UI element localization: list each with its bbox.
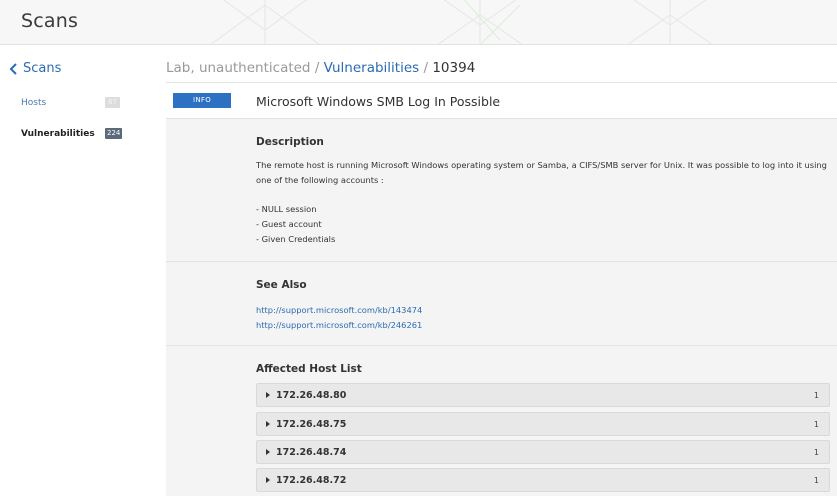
affected-hosts-section: Affected Host List 172.26.48.80 1 172.26… <box>166 346 837 496</box>
reference-link[interactable]: http://support.microsoft.com/kb/143474 <box>256 303 422 318</box>
host-ip: 172.26.48.74 <box>276 447 347 458</box>
host-row[interactable]: 172.26.48.75 1 <box>256 412 830 436</box>
description-section: Description The remote host is running M… <box>166 119 837 262</box>
caret-right-icon <box>266 392 270 398</box>
sidebar: Scans Hosts 67 Vulnerabilities 224 <box>0 45 166 496</box>
see-also-heading: See Also <box>256 279 307 291</box>
account-item: - NULL session <box>256 204 317 214</box>
host-ip: 172.26.48.75 <box>276 419 347 430</box>
host-count: 1 <box>813 391 819 400</box>
description-text: The remote host is running Microsoft Win… <box>256 160 827 185</box>
severity-badge: INFO <box>173 93 231 108</box>
plugin-name: Microsoft Windows SMB Log In Possible <box>256 94 501 109</box>
breadcrumb-vulnerabilities-link[interactable]: Vulnerabilities <box>324 60 420 76</box>
description-body: The remote host is running Microsoft Win… <box>256 158 831 247</box>
host-count: 1 <box>813 476 819 485</box>
host-count: 1 <box>813 448 819 457</box>
caret-right-icon <box>266 477 270 483</box>
reference-link[interactable]: http://support.microsoft.com/kb/246261 <box>256 318 422 333</box>
plugin-header: INFO Microsoft Windows SMB Log In Possib… <box>166 83 837 119</box>
breadcrumb-bar: Lab, unauthenticated / Vulnerabilities /… <box>166 45 837 83</box>
host-ip: 172.26.48.80 <box>276 390 347 401</box>
see-also-links: http://support.microsoft.com/kb/143474 h… <box>256 303 422 333</box>
caret-right-icon <box>266 449 270 455</box>
breadcrumb: Lab, unauthenticated / Vulnerabilities /… <box>166 60 475 76</box>
sidebar-item-vulnerabilities[interactable]: Vulnerabilities 224 <box>21 128 161 139</box>
caret-right-icon <box>266 421 270 427</box>
host-row[interactable]: 172.26.48.72 1 <box>256 468 830 492</box>
sidebar-item-label: Vulnerabilities <box>21 129 95 139</box>
host-row[interactable]: 172.26.48.74 1 <box>256 440 830 464</box>
breadcrumb-scan[interactable]: Lab, unauthenticated <box>166 60 311 76</box>
host-count: 1 <box>813 420 819 429</box>
sidebar-item-label: Hosts <box>21 98 47 108</box>
top-header: Scans <box>0 0 837 45</box>
page-title: Scans <box>21 10 79 32</box>
back-link-label: Scans <box>23 61 62 76</box>
vulnerabilities-count-badge: 224 <box>105 128 123 139</box>
chevron-left-icon <box>9 62 17 75</box>
account-item: - Guest account <box>256 219 322 229</box>
main-content: Lab, unauthenticated / Vulnerabilities /… <box>166 45 837 496</box>
sidebar-item-hosts[interactable]: Hosts 67 <box>21 97 161 108</box>
breadcrumb-separator: / <box>314 60 320 76</box>
see-also-section: See Also http://support.microsoft.com/kb… <box>166 262 837 346</box>
description-heading: Description <box>256 136 324 148</box>
affected-hosts-heading: Affected Host List <box>256 363 362 375</box>
host-row[interactable]: 172.26.48.80 1 <box>256 383 830 407</box>
header-background-pattern <box>210 0 713 44</box>
breadcrumb-separator: / <box>423 60 429 76</box>
back-to-scans-link[interactable]: Scans <box>8 61 61 76</box>
hosts-count-badge: 67 <box>105 97 120 108</box>
host-ip: 172.26.48.72 <box>276 475 347 486</box>
breadcrumb-plugin-id: 10394 <box>432 60 476 76</box>
account-item: - Given Credentials <box>256 234 336 244</box>
